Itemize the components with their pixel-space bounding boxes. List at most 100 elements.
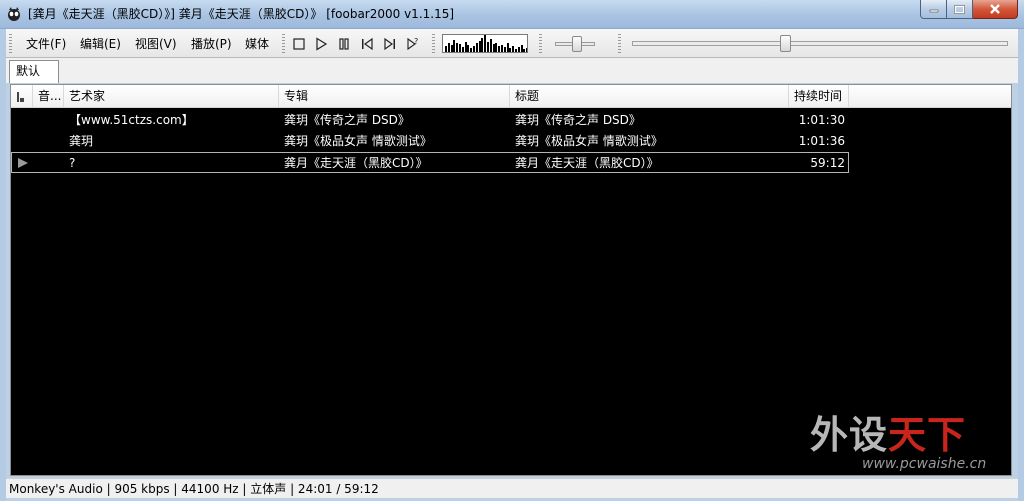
window-title: [龚月《走天涯（黑胶CD）》] 龚月《走天涯（黑胶CD）》 [foobar200… (28, 7, 455, 21)
visualizer-bar (470, 48, 473, 52)
title-bar[interactable]: [龚月《走天涯（黑胶CD）》] 龚月《走天涯（黑胶CD）》 [foobar200… (0, 0, 1024, 29)
watermark-url: www.pcwaishe.cn (862, 456, 987, 472)
visualizer-bar (450, 45, 453, 52)
row-duration: 1:01:30 (798, 113, 845, 127)
buttons-grip[interactable] (282, 34, 285, 54)
column-header-track-number[interactable]: 音... (33, 85, 64, 108)
visualizer-grip[interactable] (432, 34, 435, 54)
menu-edit[interactable]: 编辑(E) (80, 36, 121, 52)
column-header-duration[interactable]: 持续时间 (789, 85, 849, 108)
menu-file[interactable]: 文件(F) (26, 36, 66, 52)
row-artist: 龚玥 (69, 134, 94, 148)
visualizer-bar (512, 46, 515, 52)
window-controls (920, 0, 1018, 20)
visualizer-bar (456, 43, 459, 52)
visualizer-bar (517, 47, 520, 52)
play-button[interactable] (313, 36, 329, 52)
next-icon (384, 37, 395, 51)
now-playing-icon (18, 158, 28, 168)
watermark-logo: 外设天下 (810, 412, 967, 457)
visualizer-bar (445, 46, 447, 52)
visualizer-bar (447, 43, 450, 52)
status-text: Monkey's Audio | 905 kbps | 44100 Hz | 立… (9, 482, 379, 496)
previous-button[interactable] (359, 36, 375, 52)
volume-grip[interactable] (539, 34, 542, 54)
next-button[interactable] (382, 36, 398, 52)
playlist-header: 音... 艺术家 专辑 标题 持续时间 (11, 85, 1011, 108)
minimize-button[interactable] (920, 0, 947, 19)
visualizer-bar (459, 44, 461, 52)
visualizer-bar (475, 43, 478, 52)
visualizer-bar (478, 41, 481, 52)
row-duration: 59:12 (810, 156, 845, 170)
visualizer-bar (481, 38, 484, 52)
row-title: 龚玥《极品女声 情歌测试》 (515, 134, 663, 148)
visualizer-bar (506, 43, 509, 52)
menu-library[interactable]: 媒体 (245, 36, 269, 52)
row-title: 龚玥《传奇之声 DSD》 (515, 113, 641, 127)
playlist-row[interactable]: 【www.51ctzs.com】 龚玥《传奇之声 DSD》 龚玥《传奇之声 DS… (11, 110, 849, 130)
row-album: 龚玥《极品女声 情歌测试》 (284, 134, 432, 148)
visualizer-bar (520, 45, 523, 52)
maximize-button[interactable] (947, 0, 973, 19)
column-header-playing[interactable] (11, 85, 33, 108)
playing-column-icon (17, 92, 24, 102)
row-album: 龚玥《传奇之声 DSD》 (284, 113, 410, 127)
visualizer-bar (484, 35, 487, 52)
playlist-tabs: 默认 (6, 58, 1018, 83)
visualizer-bar (526, 48, 527, 52)
seekbar-track[interactable] (632, 41, 1008, 46)
visualizer-bar (492, 44, 495, 52)
row-title: 龚月《走天涯（黑胶CD）》 (515, 156, 659, 170)
maximize-icon (954, 4, 965, 14)
column-header-album[interactable]: 专辑 (279, 85, 510, 108)
svg-text:?: ? (414, 37, 418, 46)
stop-button[interactable] (291, 36, 307, 52)
playlist-row[interactable]: 龚玥 龚玥《极品女声 情歌测试》 龚玥《极品女声 情歌测试》 1:01:36 (11, 131, 849, 151)
pause-icon (339, 38, 349, 50)
visualizer-bar (453, 40, 456, 52)
visualizer-bar (498, 46, 501, 52)
tab-default[interactable]: 默认 (9, 60, 59, 83)
visualizer-bar (461, 47, 464, 52)
visualizer-bar (495, 43, 498, 52)
row-artist: 【www.51ctzs.com】 (69, 113, 194, 127)
previous-icon (362, 37, 373, 51)
visualizer-bar (509, 48, 512, 52)
visualizer-bar (503, 47, 506, 52)
seekbar-thumb[interactable] (780, 35, 792, 52)
playlist-row-now-playing[interactable]: ? 龚月《走天涯（黑胶CD）》 龚月《走天涯（黑胶CD）》 59:12 (11, 152, 849, 173)
close-icon (990, 4, 1000, 14)
visualizer-bar (487, 42, 489, 52)
seekbar-grip[interactable] (618, 34, 621, 54)
window-frame-right (1018, 29, 1024, 501)
minimize-icon (929, 9, 938, 13)
pause-button[interactable] (336, 36, 352, 52)
visualizer-bar (501, 45, 503, 52)
row-duration: 1:01:36 (798, 134, 845, 148)
close-button[interactable] (973, 0, 1018, 19)
menu-grip[interactable] (9, 34, 12, 54)
visualizer-bar (489, 39, 492, 52)
stop-icon (293, 38, 305, 50)
column-header-title[interactable]: 标题 (510, 85, 789, 108)
visualizer-bar (523, 49, 526, 52)
play-icon (316, 37, 328, 51)
main-toolbar: 文件(F) 编辑(E) 视图(V) 播放(P) 媒体 ? (6, 29, 1018, 58)
visualizer-bar (464, 42, 467, 52)
row-album: 龚月《走天涯（黑胶CD）》 (284, 156, 428, 170)
volume-slider-thumb[interactable] (572, 36, 582, 52)
row-artist: ? (69, 156, 76, 170)
column-header-artist[interactable]: 艺术家 (64, 85, 279, 108)
site-watermark: 外设天下 www.pcwaishe.cn (810, 404, 1014, 476)
random-button[interactable]: ? (405, 36, 421, 52)
menu-view[interactable]: 视图(V) (135, 36, 177, 52)
foobar-app-icon[interactable] (6, 6, 22, 22)
visualizer-bar (467, 45, 470, 52)
visualizer-bar (473, 46, 475, 52)
random-icon: ? (407, 37, 418, 51)
menu-playback[interactable]: 播放(P) (191, 36, 232, 52)
status-bar: Monkey's Audio | 905 kbps | 44100 Hz | 立… (6, 478, 1018, 498)
spectrum-visualizer[interactable] (442, 34, 528, 53)
window-frame-left (0, 29, 6, 501)
